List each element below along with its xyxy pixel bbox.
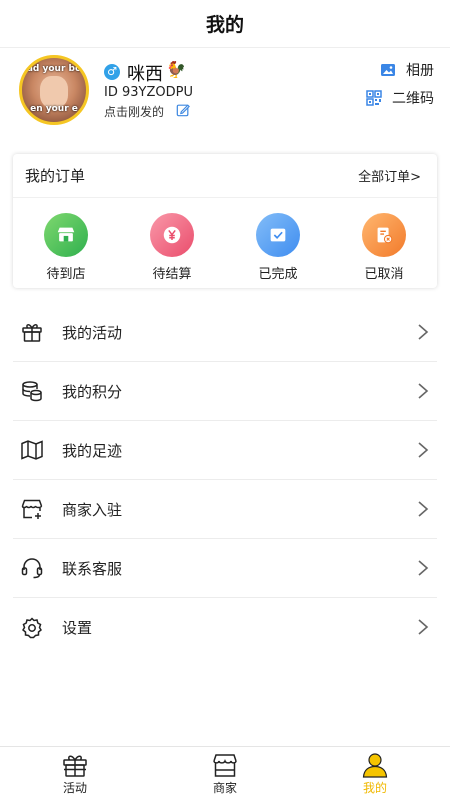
menu-item-label: 设置 <box>62 619 93 637</box>
avatar-caption-top: ad your bo <box>26 64 82 74</box>
edit-icon[interactable] <box>176 103 190 117</box>
chevron-right-icon <box>418 501 429 517</box>
gift-icon <box>63 755 87 777</box>
menu-item-label: 我的活动 <box>62 323 123 342</box>
tab-label: 商家 <box>212 781 237 795</box>
orders-title: 我的订单 <box>25 167 86 185</box>
menu-item-settings[interactable]: 设置 <box>13 598 437 657</box>
check-card-icon <box>270 228 286 242</box>
tab-label: 我的 <box>362 781 387 795</box>
image-icon <box>381 64 395 76</box>
order-status-label: 待到店 <box>46 267 86 282</box>
order-status-to-store[interactable]: 待到店 <box>31 213 101 282</box>
album-link[interactable]: 相册 <box>380 60 434 80</box>
nickname: 咪西 <box>127 64 163 85</box>
cancel-doc-icon-badge <box>362 213 406 257</box>
rooster-emoji: 🐓 <box>166 60 186 79</box>
menu-item-label: 商家入驻 <box>62 500 123 519</box>
order-status-label: 已完成 <box>258 267 298 282</box>
qrcode-label: 二维码 <box>392 91 434 107</box>
order-status-cancelled[interactable]: 已取消 <box>349 213 419 282</box>
bottom-tab-bar: 活动 商家 我的 <box>0 746 450 800</box>
menu-item-footprints[interactable]: 我的足迹 <box>13 421 437 480</box>
menu-item-activities[interactable]: 我的活动 <box>13 303 437 362</box>
menu-item-label: 我的足迹 <box>62 441 123 460</box>
tab-activities[interactable]: 活动 <box>0 747 150 800</box>
avatar[interactable]: ad your bo en your e <box>19 55 89 125</box>
store-icon <box>57 227 75 242</box>
cancel-doc-icon <box>377 227 393 244</box>
tab-merchants[interactable]: 商家 <box>150 747 300 800</box>
chevron-right-icon <box>418 383 429 399</box>
order-status-to-settle[interactable]: 待结算 <box>137 213 207 282</box>
chevron-right-icon <box>418 324 429 340</box>
gear-icon <box>22 616 42 638</box>
yen-icon <box>163 226 181 244</box>
menu-item-customer-service[interactable]: 联系客服 <box>13 539 437 598</box>
menu-item-label: 我的积分 <box>62 382 123 401</box>
signature[interactable]: 点击刚发的 <box>104 103 164 120</box>
page-title: 我的 <box>205 14 244 36</box>
album-label: 相册 <box>406 63 434 79</box>
order-status-completed[interactable]: 已完成 <box>243 213 313 282</box>
headset-icon <box>21 558 43 579</box>
menu-item-points[interactable]: 我的积分 <box>13 362 437 421</box>
orders-card: 我的订单 全部订单> 待到店 待结算 已完成 已取消 <box>13 154 437 288</box>
chevron-right-icon <box>418 442 429 458</box>
order-status-list: 待到店 待结算 已完成 已取消 <box>13 198 437 282</box>
menu-list: 我的活动 我的积分 我的足迹 商家入驻 联系客服 设置 <box>13 303 437 657</box>
avatar-caption-bottom: en your e <box>30 104 78 114</box>
qrcode-link[interactable]: 二维码 <box>366 88 434 108</box>
shop-add-icon <box>21 499 43 519</box>
orders-header: 我的订单 全部订单> <box>13 154 437 198</box>
order-status-label: 已取消 <box>364 267 404 282</box>
person-icon <box>362 753 388 778</box>
gift-icon <box>22 324 42 342</box>
coins-icon <box>22 381 42 402</box>
chevron-right-icon <box>418 560 429 576</box>
user-id: ID 93YZODPU <box>104 85 193 100</box>
male-gender-icon: ♂ <box>104 64 120 80</box>
chevron-right-icon <box>418 619 429 635</box>
store-icon-badge <box>44 213 88 257</box>
top-bar: 我的 <box>0 0 450 48</box>
menu-item-label: 联系客服 <box>62 559 123 578</box>
qrcode-icon <box>366 90 382 106</box>
profile-section: ad your bo en your e ♂ 咪西 🐓 ID 93YZODPU … <box>0 48 450 150</box>
all-orders-link[interactable]: 全部订单> <box>358 166 421 185</box>
map-icon <box>21 440 43 460</box>
menu-item-merchant-join[interactable]: 商家入驻 <box>13 480 437 539</box>
check-card-icon-badge <box>256 213 300 257</box>
shop-icon <box>213 754 237 777</box>
tab-label: 活动 <box>62 781 87 795</box>
order-status-label: 待结算 <box>152 267 192 282</box>
yen-icon-badge <box>150 213 194 257</box>
tab-mine[interactable]: 我的 <box>300 747 450 800</box>
